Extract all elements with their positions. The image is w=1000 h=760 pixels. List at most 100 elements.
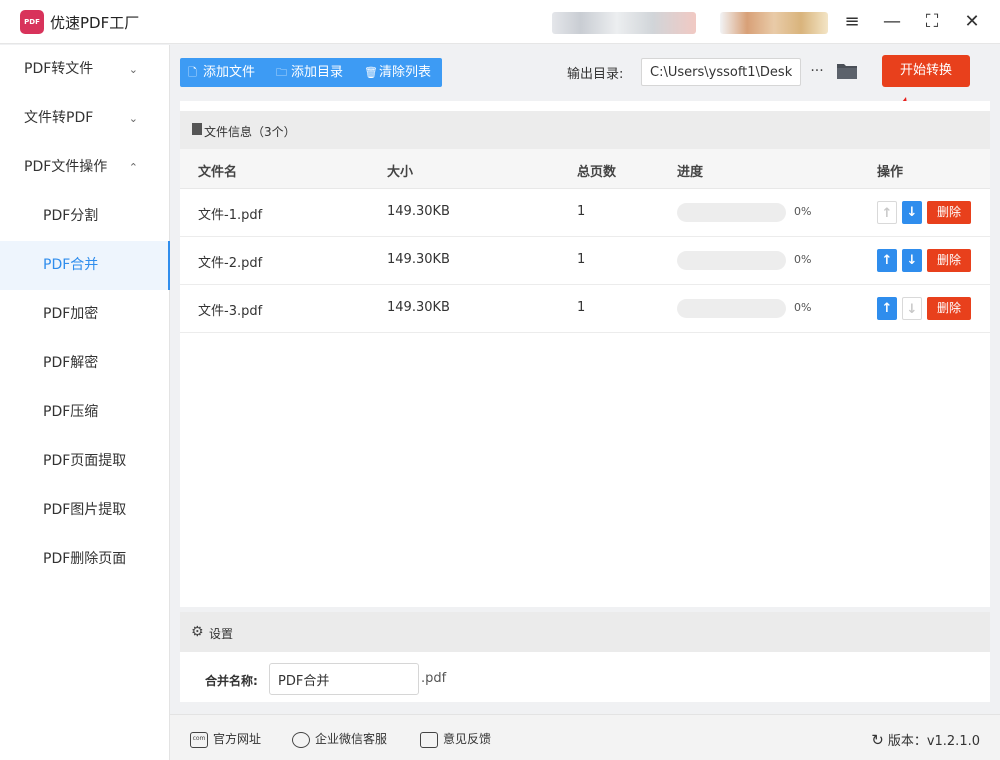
progress-bar (677, 203, 786, 222)
file-icon: 🗋 (188, 66, 197, 79)
file-pages: 1 (577, 300, 586, 315)
title-bar: PDF 优速PDF工厂 ≡ — ⛶ ✕ (0, 0, 1000, 44)
gear-icon: ⚙ (191, 624, 204, 640)
account-info-blurred[interactable] (552, 12, 696, 34)
delete-button[interactable]: 删除 (927, 249, 971, 272)
app-logo: PDF (20, 10, 44, 34)
settings-panel: ⚙ 设置 合并名称: .pdf (180, 612, 990, 702)
trash-icon: 🗑 (364, 66, 378, 79)
chevron-down-icon: ⌄ (128, 112, 138, 125)
delete-button[interactable]: 删除 (927, 201, 971, 224)
sidebar-item-label: PDF解密 (43, 355, 99, 371)
close-icon[interactable]: ✕ (960, 10, 984, 34)
move-down-icon[interactable]: ↓ (902, 249, 922, 272)
sidebar-item-page-extract[interactable]: PDF页面提取 (0, 437, 170, 486)
wechat-service-link[interactable]: 企业微信客服 (292, 730, 387, 748)
file-size: 149.30KB (387, 252, 450, 267)
sidebar-item-decrypt[interactable]: PDF解密 (0, 339, 170, 388)
more-icon[interactable]: ··· (807, 58, 827, 86)
website-label: 官方网址 (213, 732, 262, 746)
document-icon (192, 123, 202, 135)
sidebar-item-label: PDF合并 (43, 257, 99, 273)
merge-name-label: 合并名称: (205, 674, 258, 688)
website-link[interactable]: com 官方网址 (190, 730, 261, 748)
merge-name-input[interactable] (269, 663, 419, 695)
feedback-link[interactable]: 意见反馈 (420, 730, 491, 748)
progress-bar (677, 251, 786, 270)
file-info-title: 文件信息（3个） (204, 125, 296, 139)
add-file-button[interactable]: 🗋 添加文件 (188, 58, 255, 87)
output-dir-input[interactable] (641, 58, 801, 86)
sidebar-group-file-to-pdf[interactable]: 文件转PDF ⌄ (0, 94, 170, 143)
avatar-blurred[interactable] (720, 12, 828, 34)
col-actions: 操作 (877, 165, 904, 180)
file-size: 149.30KB (387, 204, 450, 219)
file-name: 文件-2.pdf (198, 256, 263, 271)
sidebar-item-label: PDF压缩 (43, 404, 99, 420)
clear-list-label: 清除列表 (379, 65, 432, 80)
output-dir-label: 输出目录: (567, 67, 624, 82)
progress-percent: 0% (794, 301, 812, 314)
app-title: 优速PDF工厂 (50, 14, 140, 32)
clear-list-button[interactable]: 🗑清除列表 (364, 58, 431, 87)
col-filename: 文件名 (198, 165, 238, 180)
version-info[interactable]: ↻ 版本：v1.2.1.0 (871, 730, 980, 749)
move-down-icon[interactable]: ↓ (902, 297, 922, 320)
file-panel: 文件信息（3个） 文件名 大小 总页数 进度 操作 文件-1.pdf 149.3… (180, 101, 990, 607)
sidebar-group-label: 文件转PDF (24, 110, 94, 126)
table-row[interactable]: 文件-1.pdf 149.30KB 1 0% ↑ ↓ 删除 (180, 189, 990, 237)
version-label: 版本：v1.2.1.0 (887, 734, 980, 749)
minimize-icon[interactable]: — (880, 10, 904, 34)
sidebar: PDF转文件 ⌄ 文件转PDF ⌄ PDF文件操作 ⌃ PDF分割 PDF合并 … (0, 45, 170, 760)
sidebar-item-merge[interactable]: PDF合并 (0, 241, 170, 290)
chevron-up-icon: ⌃ (128, 161, 138, 174)
feedback-label: 意见反馈 (443, 732, 492, 746)
sidebar-item-label: PDF图片提取 (43, 502, 127, 518)
table-row[interactable]: 文件-2.pdf 149.30KB 1 0% ↑ ↓ 删除 (180, 237, 990, 285)
feedback-icon (420, 731, 438, 748)
file-toolbar: 🗋 添加文件 🗀 添加目录 🗑清除列表 (180, 58, 442, 87)
add-directory-button[interactable]: 🗀 添加目录 (276, 58, 343, 87)
move-down-icon[interactable]: ↓ (902, 201, 922, 224)
add-directory-label: 添加目录 (291, 65, 344, 80)
folder-outline-icon: 🗀 (276, 66, 287, 79)
settings-title: 设置 (209, 627, 234, 641)
sidebar-item-label: PDF分割 (43, 208, 99, 224)
move-up-icon[interactable]: ↑ (877, 201, 897, 224)
menu-icon[interactable]: ≡ (840, 10, 864, 34)
start-convert-button[interactable]: 开始转换 (882, 55, 970, 87)
progress-percent: 0% (794, 205, 812, 218)
sidebar-item-split[interactable]: PDF分割 (0, 192, 170, 241)
sidebar-item-label: PDF加密 (43, 306, 99, 322)
sidebar-item-label: PDF页面提取 (43, 453, 127, 469)
sidebar-group-pdf-to-file[interactable]: PDF转文件 ⌄ (0, 45, 170, 94)
move-up-icon[interactable]: ↑ (877, 297, 897, 320)
file-size: 149.30KB (387, 300, 450, 315)
file-info-header: 文件信息（3个） (180, 111, 990, 149)
sidebar-item-label: PDF删除页面 (43, 551, 127, 567)
sidebar-item-compress[interactable]: PDF压缩 (0, 388, 170, 437)
sidebar-item-delete-pages[interactable]: PDF删除页面 (0, 535, 170, 584)
delete-button[interactable]: 删除 (927, 297, 971, 320)
chevron-down-icon: ⌄ (128, 63, 138, 76)
refresh-icon: ↻ (871, 731, 884, 749)
wechat-label: 企业微信客服 (315, 732, 388, 746)
sidebar-group-label: PDF文件操作 (24, 159, 108, 175)
settings-header: ⚙ 设置 (180, 612, 990, 652)
table-row[interactable]: 文件-3.pdf 149.30KB 1 0% ↑ ↓ 删除 (180, 285, 990, 333)
col-progress: 进度 (677, 165, 704, 180)
sidebar-item-encrypt[interactable]: PDF加密 (0, 290, 170, 339)
merge-ext: .pdf (421, 671, 447, 686)
sidebar-group-pdf-operations[interactable]: PDF文件操作 ⌃ (0, 143, 170, 192)
footer: com 官方网址 企业微信客服 意见反馈 ↻ 版本：v1.2.1.0 (170, 714, 1000, 760)
table-header: 文件名 大小 总页数 进度 操作 (180, 149, 990, 189)
sidebar-group-label: PDF转文件 (24, 61, 94, 77)
sidebar-item-image-extract[interactable]: PDF图片提取 (0, 486, 170, 535)
move-up-icon[interactable]: ↑ (877, 249, 897, 272)
folder-icon[interactable] (836, 61, 858, 81)
file-name: 文件-1.pdf (198, 208, 263, 223)
progress-percent: 0% (794, 253, 812, 266)
progress-bar (677, 299, 786, 318)
add-file-label: 添加文件 (203, 65, 256, 80)
maximize-icon[interactable]: ⛶ (920, 10, 944, 34)
